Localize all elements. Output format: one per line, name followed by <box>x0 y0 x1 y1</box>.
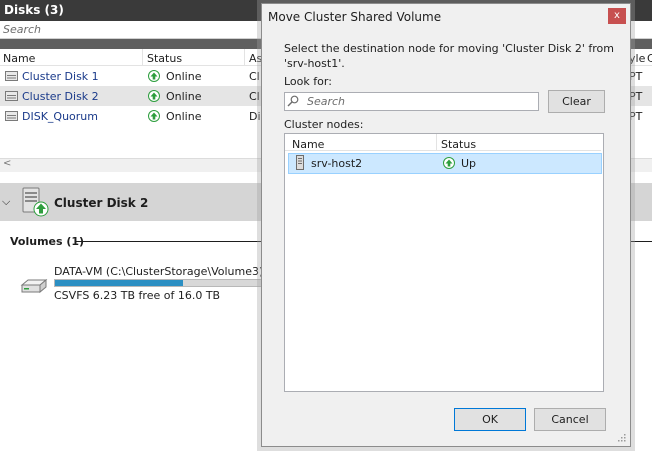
online-icon <box>148 70 160 82</box>
disk-style: PT <box>629 90 643 103</box>
disk-assigned: Cl <box>249 90 260 103</box>
column-extra[interactable]: C <box>647 52 652 65</box>
column-name[interactable]: Name <box>3 52 35 65</box>
online-icon <box>148 90 160 102</box>
collapse-chevron-icon[interactable]: ⌵ <box>2 195 10 209</box>
disk-icon <box>5 111 18 121</box>
search-icon <box>287 95 299 107</box>
disks-title: Disks (3) <box>4 3 64 17</box>
disk-name: DISK_Quorum <box>22 110 98 123</box>
disk-name: Cluster Disk 1 <box>22 70 99 83</box>
column-separator[interactable] <box>142 49 143 65</box>
column-style[interactable]: yle <box>629 52 645 65</box>
online-icon <box>148 110 160 122</box>
ok-button[interactable]: OK <box>454 408 526 431</box>
cluster-disk-large-icon <box>22 187 49 217</box>
disk-assigned: Di <box>249 110 261 123</box>
node-name: srv-host2 <box>311 157 363 170</box>
disks-search-placeholder: Search <box>3 23 42 36</box>
disk-style: PT <box>629 70 643 83</box>
nodes-header-divider <box>285 150 601 151</box>
nodes-column-separator[interactable] <box>436 134 437 150</box>
disk-assigned: Cl <box>249 70 260 83</box>
search-placeholder: Search <box>307 95 346 108</box>
disk-style: PT <box>629 110 643 123</box>
volume-icon <box>20 278 48 294</box>
cluster-nodes-label: Cluster nodes: <box>284 118 364 131</box>
disk-status: Online <box>166 70 202 83</box>
column-separator[interactable] <box>244 49 245 65</box>
column-status[interactable]: Status <box>147 52 182 65</box>
volume-name: DATA-VM (C:\ClusterStorage\Volume3) <box>54 265 264 278</box>
cancel-button[interactable]: Cancel <box>534 408 606 431</box>
disk-name: Cluster Disk 2 <box>22 90 99 103</box>
close-icon[interactable]: x <box>608 8 626 24</box>
detail-disk-name: Cluster Disk 2 <box>54 196 149 210</box>
volume-usage-fill <box>55 280 184 286</box>
dialog-title: Move Cluster Shared Volume <box>268 10 442 24</box>
look-for-label: Look for: <box>284 75 332 88</box>
up-icon <box>443 157 455 169</box>
clear-button[interactable]: Clear <box>548 90 605 113</box>
dialog-description: Select the destination node for moving '… <box>284 42 614 70</box>
node-status: Up <box>461 157 477 170</box>
scroll-left-arrow-icon[interactable]: < <box>3 158 11 169</box>
disk-status: Online <box>166 90 202 103</box>
disk-status: Online <box>166 110 202 123</box>
volume-usage-bar <box>54 279 266 287</box>
disk-icon <box>5 71 18 81</box>
volume-free-space: CSVFS 6.23 TB free of 16.0 TB <box>54 289 221 302</box>
volumes-heading: Volumes (1) <box>10 235 85 248</box>
resize-grip-icon[interactable] <box>617 433 626 442</box>
server-icon <box>296 155 304 170</box>
disk-icon <box>5 91 18 101</box>
